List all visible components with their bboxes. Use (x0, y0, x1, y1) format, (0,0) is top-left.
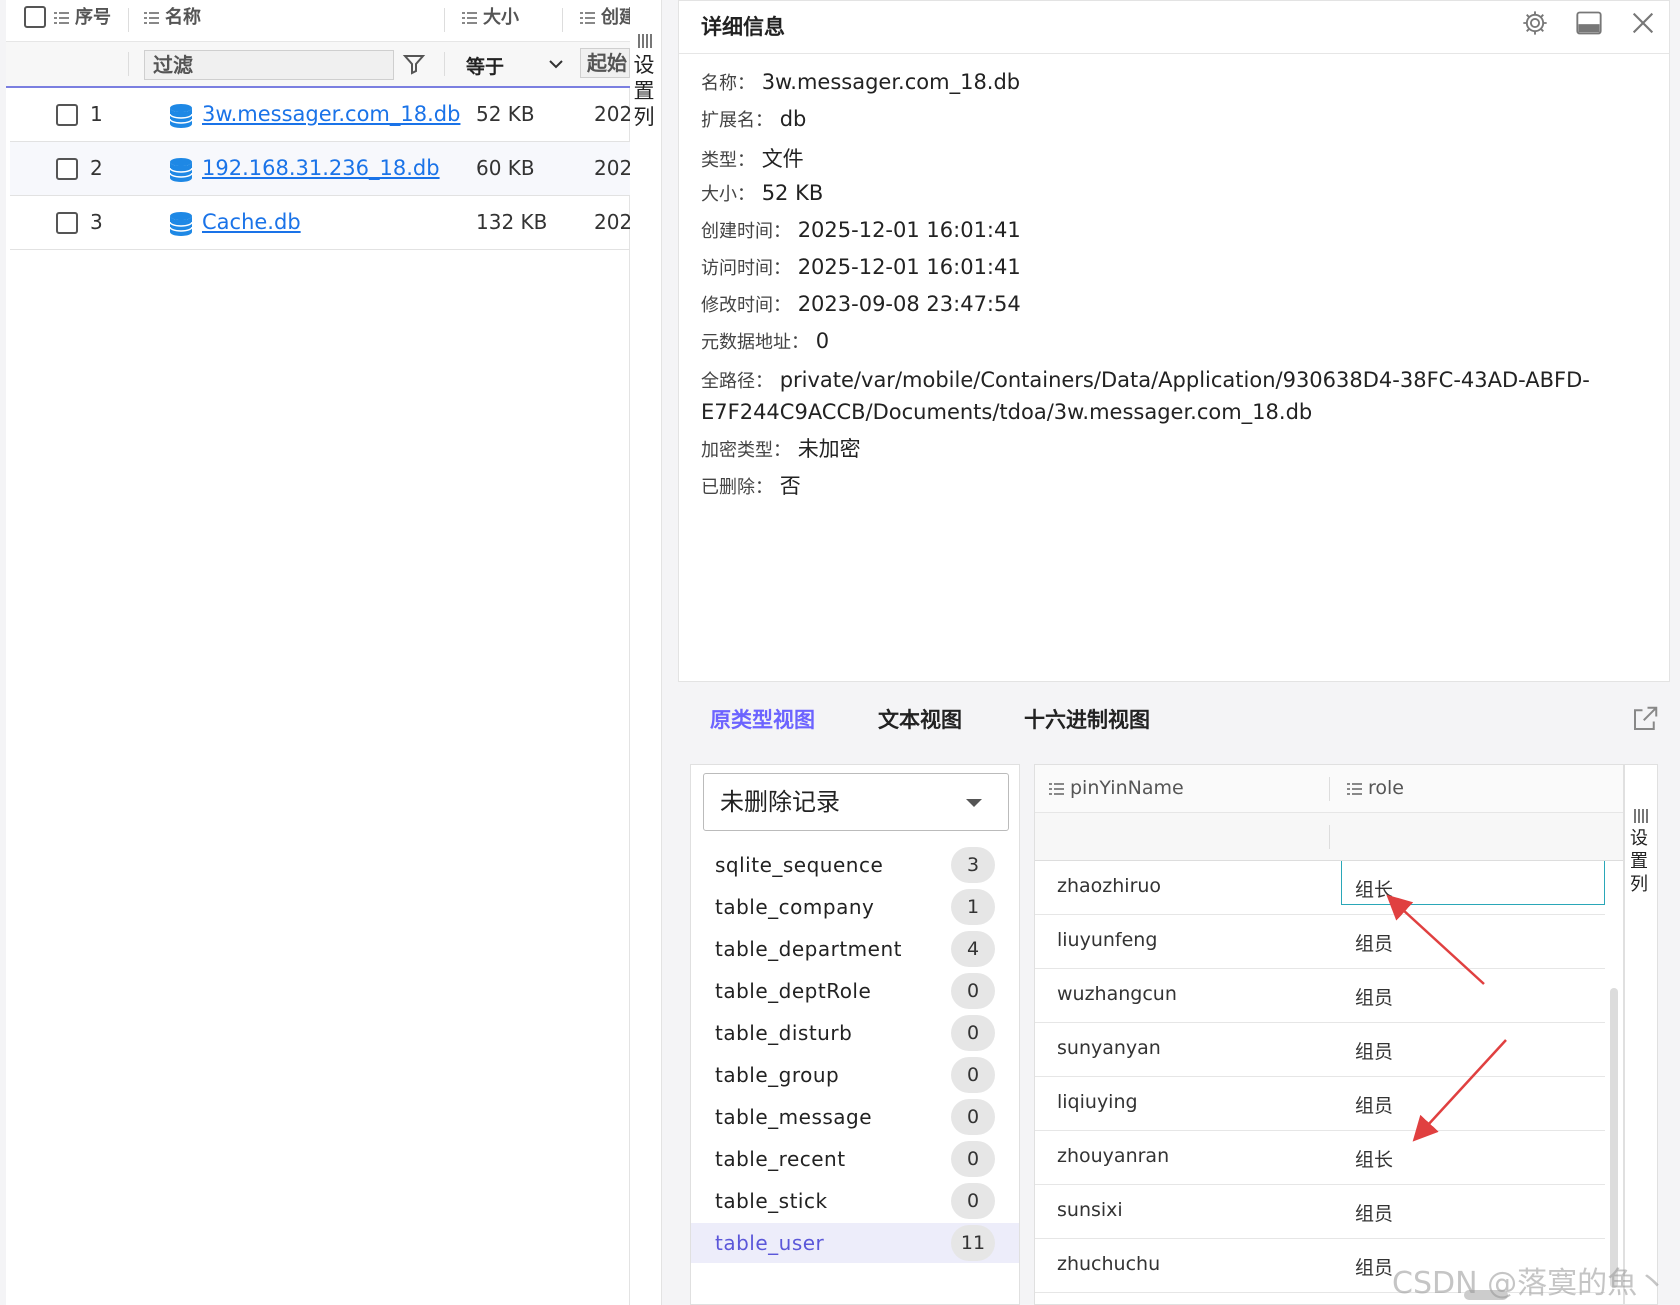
filter-input[interactable]: 过滤 (144, 50, 394, 80)
operator-select[interactable]: 等于 (466, 52, 504, 79)
records-grid: pinYinName role zhaozhiruo 组长 liuyunfeng 组… (1034, 764, 1624, 1305)
list-icon (1049, 782, 1064, 795)
field-name: 名称： 3w.messager.com_18.db (701, 70, 1021, 94)
settings-column-label: 设置列 (1630, 828, 1648, 895)
table-list-panel: 未删除记录 sqlite_sequence 3 table_company 1 ta… (690, 764, 1020, 1305)
database-icon (169, 104, 193, 128)
table-list-item[interactable]: table_group 0 (691, 1055, 1019, 1095)
start-filter-input[interactable]: 起始 (580, 48, 630, 78)
external-link-icon[interactable] (1630, 704, 1660, 734)
row-index: 1 (90, 102, 103, 126)
list-icon (1347, 782, 1362, 795)
settings-column-toggle[interactable]: 设置列 (630, 0, 662, 1305)
table-list-item[interactable]: sqlite_sequence 3 (691, 845, 1019, 885)
grid-scrollbar[interactable] (1610, 988, 1618, 1288)
grid-filter-row[interactable] (1035, 813, 1623, 861)
table-list-item[interactable]: table_deptRole 0 (691, 971, 1019, 1011)
table-row[interactable]: liqiuying 组员 (1035, 1077, 1605, 1131)
tab-hex-view[interactable]: 十六进制视图 (1024, 704, 1150, 734)
filter-icon[interactable] (402, 52, 426, 76)
table-row[interactable]: wuzhangcun 组员 (1035, 969, 1605, 1023)
settings-column-label: 设置列 (633, 53, 655, 129)
list-icon (580, 12, 595, 24)
header-size[interactable]: 大小 (462, 0, 519, 42)
database-icon (169, 158, 193, 182)
field-extension: 扩展名： db (701, 107, 807, 131)
minimize-icon[interactable] (1575, 9, 1603, 37)
file-size: 132 KB (476, 210, 548, 234)
grid-header: pinYinName role (1035, 765, 1623, 813)
row-index: 3 (90, 210, 103, 234)
list-icon (462, 12, 477, 24)
field-encryption: 加密类型： 未加密 (701, 437, 861, 461)
file-date: 2025 (594, 102, 630, 126)
record-filter-select[interactable]: 未删除记录 (703, 773, 1009, 831)
table-list-item[interactable]: table_stick 0 (691, 1181, 1019, 1221)
database-icon (169, 212, 193, 236)
field-deleted: 已删除： 否 (701, 474, 801, 498)
file-size: 60 KB (476, 156, 535, 180)
file-link[interactable]: 192.168.31.236_18.db (202, 156, 440, 180)
file-list-panel: 序号 名称 大小 创建 过滤 等于 起始 1 3w.messager.com_1… (6, 0, 630, 1305)
table-row[interactable]: zhaozhiruo 组长 (1035, 861, 1605, 915)
list-icon (144, 12, 159, 24)
columns-icon (638, 34, 653, 48)
filter-row: 过滤 等于 起始 (6, 42, 630, 88)
table-list-item[interactable]: table_recent 0 (691, 1139, 1019, 1179)
file-list-header: 序号 名称 大小 创建 (6, 0, 630, 42)
list-icon (54, 12, 69, 24)
row-checkbox[interactable] (56, 212, 78, 234)
columns-icon (1633, 809, 1649, 823)
field-size: 大小： 52 KB (701, 181, 824, 205)
close-icon[interactable] (1629, 9, 1657, 37)
file-date: 2025 (594, 210, 630, 234)
grid-settings-column-toggle[interactable]: 设置列 (1624, 764, 1658, 1305)
watermark: CSDN @落寞的魚丶 (1392, 1266, 1668, 1301)
column-header-role[interactable]: role (1347, 777, 1404, 799)
table-list-item[interactable]: table_disturb 0 (691, 1013, 1019, 1053)
row-checkbox[interactable] (56, 158, 78, 180)
file-row[interactable]: 2 192.168.31.236_18.db 60 KB 2025 (10, 142, 630, 196)
file-link[interactable]: Cache.db (202, 210, 301, 234)
field-type: 类型： 文件 (701, 147, 804, 171)
tab-native-view[interactable]: 原类型视图 (710, 704, 815, 734)
detail-panel: 详细信息 名称： 3w.messager.com_18.db 扩展名： db 类… (678, 0, 1670, 682)
select-all-checkbox[interactable] (24, 6, 46, 28)
table-row[interactable]: sunsixi 组员 (1035, 1185, 1605, 1239)
table-list-item[interactable]: table_department 4 (691, 929, 1019, 969)
field-full-path: 全路径： private/var/mobile/Containers/Data/… (701, 368, 1590, 424)
field-modified: 修改时间： 2023-09-08 23:47:54 (701, 292, 1021, 316)
file-link[interactable]: 3w.messager.com_18.db (202, 102, 460, 126)
file-row[interactable]: 3 Cache.db 132 KB 2025 (10, 196, 630, 250)
table-row[interactable]: zhouyanran 组长 (1035, 1131, 1605, 1185)
header-name[interactable]: 名称 (144, 0, 201, 42)
viewer-panel: 原类型视图 文本视图 十六进制视图 未删除记录 sqlite_sequence 3… (678, 684, 1670, 1305)
column-header-pinyinname[interactable]: pinYinName (1049, 777, 1184, 799)
table-row[interactable]: sunyanyan 组员 (1035, 1023, 1605, 1077)
field-accessed: 访问时间： 2025-12-01 16:01:41 (701, 255, 1021, 279)
header-index[interactable]: 序号 (54, 0, 111, 42)
tab-text-view[interactable]: 文本视图 (878, 704, 962, 734)
caret-down-icon (966, 799, 982, 807)
file-row[interactable]: 1 3w.messager.com_18.db 52 KB 2025 (10, 88, 630, 142)
gear-icon[interactable] (1521, 9, 1549, 37)
row-checkbox[interactable] (56, 104, 78, 126)
detail-title: 详细信息 (701, 15, 785, 39)
table-row[interactable]: liuyunfeng 组员 (1035, 915, 1605, 969)
table-list-item[interactable]: table_company 1 (691, 887, 1019, 927)
file-size: 52 KB (476, 102, 535, 126)
row-index: 2 (90, 156, 103, 180)
table-list-item[interactable]: table_message 0 (691, 1097, 1019, 1137)
file-date: 2025 (594, 156, 630, 180)
table-list-item-selected[interactable]: table_user 11 (691, 1223, 1019, 1263)
header-created[interactable]: 创建 (580, 0, 630, 42)
chevron-down-icon (549, 60, 563, 69)
field-created: 创建时间： 2025-12-01 16:01:41 (701, 218, 1021, 242)
field-metadata-address: 元数据地址： 0 (701, 329, 830, 353)
